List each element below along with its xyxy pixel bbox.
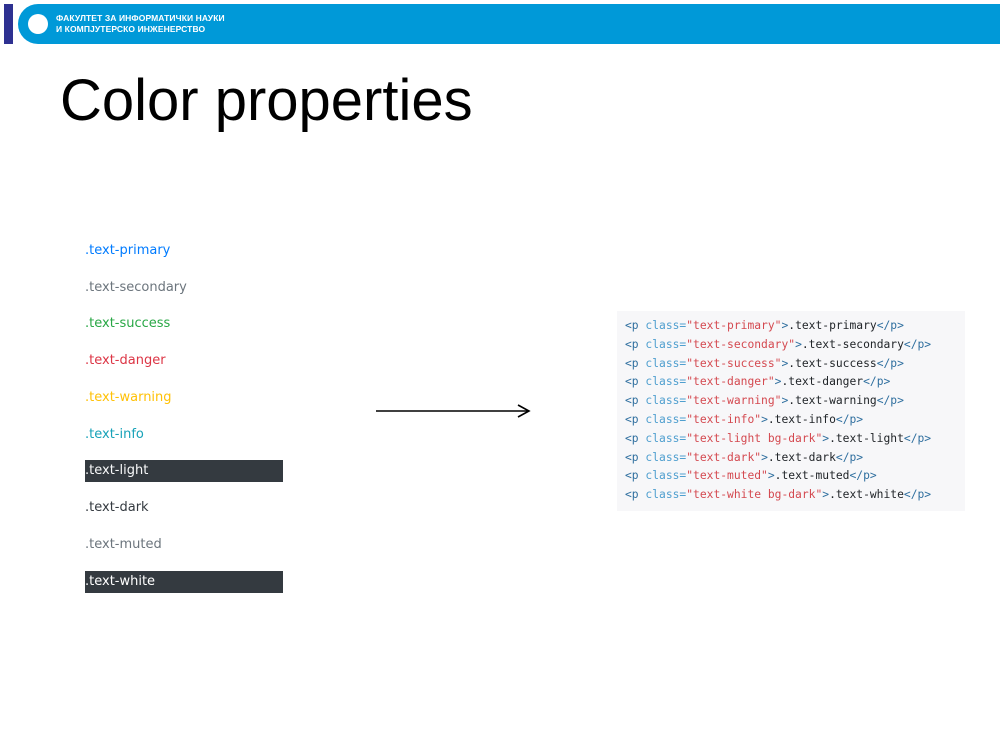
code-class-value: "text-light bg-dark" — [686, 431, 823, 445]
code-tag-open: <p — [625, 337, 639, 351]
code-tag-end: > — [761, 450, 768, 464]
code-content: .text-info — [767, 412, 836, 426]
code-tag-close: </p> — [876, 319, 904, 332]
code-attribute: class= — [645, 394, 687, 408]
code-class-value: "text-dark" — [686, 450, 762, 464]
code-tag-end: > — [795, 337, 802, 351]
code-lines: <p class="text-primary">.text-primary</p… — [625, 317, 931, 505]
code-class-value: "text-info" — [686, 412, 762, 426]
code-tag-open: <p — [625, 412, 639, 426]
code-tag-close: </p> — [903, 431, 932, 445]
code-tag-close: </p> — [863, 375, 891, 389]
code-content: .text-primary — [788, 319, 877, 332]
code-content: .text-light — [829, 431, 904, 445]
code-class-value: "text-white bg-dark" — [686, 488, 823, 502]
code-tag-open: <p — [625, 375, 639, 389]
color-demo-item: .text-dark — [85, 500, 149, 515]
code-attribute: class= — [645, 375, 687, 389]
color-demo-item: .text-white — [85, 571, 283, 593]
color-demo-item: .text-info — [85, 427, 144, 442]
code-line: <p class="text-white bg-dark">.text-whit… — [625, 486, 931, 505]
code-tag-open: <p — [625, 394, 639, 408]
code-tag-open: <p — [625, 356, 639, 370]
code-tag-open: <p — [625, 469, 639, 483]
code-class-value: "text-primary" — [686, 319, 782, 332]
code-content: .text-secondary — [801, 337, 904, 351]
color-demo-item: .text-secondary — [85, 280, 187, 295]
color-demo-item: .text-success — [85, 316, 171, 331]
code-tag-open: <p — [625, 319, 639, 332]
code-attribute: class= — [645, 412, 687, 426]
code-attribute: class= — [645, 488, 687, 502]
color-demo-item: .text-muted — [85, 537, 162, 552]
faculty-name-line1: ФАКУЛТЕТ ЗА ИНФОРМАТИЧКИ НАУКИ — [56, 13, 225, 23]
color-demo-item: .text-light — [85, 460, 283, 482]
slide-title: Color properties — [60, 68, 473, 133]
code-attribute: class= — [645, 337, 687, 351]
code-content: .text-muted — [774, 469, 850, 483]
code-attribute: class= — [645, 356, 687, 370]
code-snippet: <p class="text-primary">.text-primary</p… — [617, 311, 965, 511]
code-content: .text-white — [829, 488, 904, 502]
code-line: <p class="text-success">.text-success</p… — [625, 355, 931, 374]
faculty-name-line2: И КОМПЈУТЕРСКО ИНЖЕНЕРСТВО — [56, 24, 206, 34]
code-attribute: class= — [645, 431, 687, 445]
code-line: <p class="text-warning">.text-warning</p… — [625, 392, 931, 411]
code-class-value: "text-secondary" — [686, 337, 796, 351]
faculty-name: ФАКУЛТЕТ ЗА ИНФОРМАТИЧКИ НАУКИ И КОМПЈУТ… — [56, 13, 225, 35]
code-attribute: class= — [645, 469, 687, 483]
code-tag-close: </p> — [835, 450, 864, 464]
code-tag-open: <p — [625, 488, 639, 502]
code-class-value: "text-warning" — [686, 394, 782, 408]
color-demo-item: .text-warning — [85, 390, 172, 405]
code-content: .text-dark — [767, 450, 836, 464]
faculty-logo-icon — [28, 14, 48, 34]
code-line: <p class="text-muted">.text-muted</p> — [625, 467, 931, 486]
code-class-value: "text-danger" — [686, 375, 775, 389]
code-tag-end: > — [761, 412, 768, 426]
code-line: <p class="text-secondary">.text-secondar… — [625, 336, 931, 355]
color-demo-item: .text-danger — [85, 353, 166, 368]
arrow-right-icon — [376, 404, 531, 418]
color-demo-item: .text-primary — [85, 243, 171, 258]
code-line: <p class="text-primary">.text-primary</p… — [625, 317, 931, 336]
code-tag-close: </p> — [903, 337, 932, 351]
code-attribute: class= — [645, 450, 687, 464]
header-accent-stripe — [4, 4, 13, 44]
code-content: .text-danger — [781, 375, 864, 389]
code-tag-close: </p> — [876, 394, 904, 408]
code-tag-open: <p — [625, 450, 639, 464]
code-tag-close: </p> — [903, 488, 932, 502]
code-tag-close: </p> — [876, 356, 904, 370]
code-tag-end: > — [767, 469, 775, 483]
code-class-value: "text-muted" — [686, 469, 768, 483]
code-line: <p class="text-info">.text-info</p> — [625, 411, 931, 430]
code-tag-open: <p — [625, 431, 639, 445]
code-content: .text-success — [788, 356, 877, 370]
code-tag-close: </p> — [835, 412, 864, 426]
header-bar: ФАКУЛТЕТ ЗА ИНФОРМАТИЧКИ НАУКИ И КОМПЈУТ… — [0, 4, 1000, 44]
code-class-value: "text-success" — [686, 356, 782, 370]
code-line: <p class="text-dark">.text-dark</p> — [625, 449, 931, 468]
code-content: .text-warning — [788, 394, 877, 408]
code-attribute: class= — [645, 319, 687, 332]
code-line: <p class="text-light bg-dark">.text-ligh… — [625, 430, 931, 449]
code-tag-close: </p> — [849, 469, 877, 483]
code-line: <p class="text-danger">.text-danger</p> — [625, 373, 931, 392]
